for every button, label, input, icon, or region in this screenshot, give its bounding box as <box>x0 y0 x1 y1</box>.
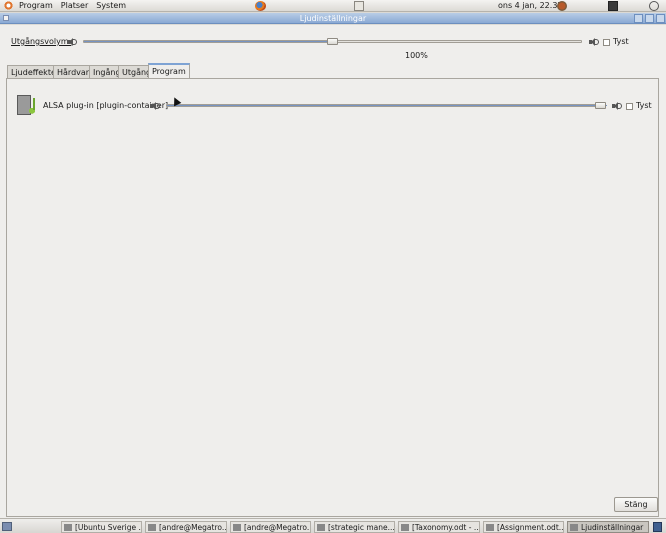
task-label: [Ubuntu Sverige ... <box>75 523 142 532</box>
task-label: [Assignment.odt... <box>497 523 564 532</box>
trash-icon[interactable] <box>653 522 662 532</box>
task-terminal-1[interactable]: [andre@Megatro... <box>145 521 227 533</box>
document-icon <box>486 524 494 531</box>
document-icon <box>317 524 325 531</box>
output-mute-checkbox[interactable] <box>603 39 610 46</box>
task-label: Ljudinställningar <box>581 523 644 532</box>
task-taxonomy[interactable]: [Taxonomy.odt - ... <box>398 521 480 533</box>
task-strategic[interactable]: [strategic mane... <box>314 521 395 533</box>
app-volume-slider[interactable] <box>166 104 607 107</box>
terminal-icon <box>148 524 156 531</box>
task-ubuntu-sverige[interactable]: [Ubuntu Sverige ... <box>61 521 142 533</box>
maximize-button[interactable] <box>645 14 654 23</box>
document-icon <box>401 524 409 531</box>
task-label: [andre@Megatro... <box>244 523 311 532</box>
output-volume-fill <box>84 41 334 42</box>
sound-preferences-window: Utgångsvolym: Tyst 100% Ljudeffekter Hår… <box>0 25 666 518</box>
task-label: [andre@Megatro... <box>159 523 227 532</box>
top-panel: Program Platser System ons 4 jan, 22.37 <box>0 0 666 12</box>
minimize-button[interactable] <box>634 14 643 23</box>
app-volume-handle[interactable] <box>595 102 606 109</box>
terminal-icon <box>233 524 241 531</box>
task-assignment[interactable]: [Assignment.odt... <box>483 521 564 533</box>
ubuntu-logo-icon[interactable] <box>4 1 13 10</box>
network-icon[interactable] <box>608 1 618 11</box>
task-ljudinstallningar[interactable]: Ljudinställningar <box>567 521 649 533</box>
firefox-launcher-icon[interactable] <box>255 1 266 11</box>
window-title: Ljudinställningar <box>299 14 367 23</box>
notes-applet-icon[interactable] <box>354 1 364 11</box>
volume-low-icon <box>66 37 77 47</box>
output-volume-label: Utgångsvolym: <box>11 37 72 46</box>
weather-icon[interactable] <box>557 1 567 11</box>
menu-program[interactable]: Program <box>15 0 57 12</box>
task-label: [Taxonomy.odt - ... <box>412 523 480 532</box>
firefox-icon <box>64 524 72 531</box>
app-volume-fill <box>167 105 607 106</box>
app-mute-checkbox[interactable] <box>626 103 633 110</box>
show-desktop-icon[interactable] <box>2 522 12 531</box>
output-mute-label: Tyst <box>613 37 629 46</box>
tab-panel-program <box>6 78 659 517</box>
task-terminal-2[interactable]: [andre@Megatro... <box>230 521 311 533</box>
music-film-icon <box>16 94 40 118</box>
app-volume-high-icon <box>611 101 622 111</box>
sound-icon <box>570 524 578 531</box>
volume-high-icon <box>588 37 599 47</box>
task-label: [strategic mane... <box>328 523 395 532</box>
power-icon[interactable] <box>649 1 659 11</box>
app-volume-low-icon <box>149 101 160 111</box>
bottom-taskbar: [Ubuntu Sverige ... [andre@Megatro... [a… <box>0 518 666 533</box>
menu-platser[interactable]: Platser <box>57 0 92 12</box>
output-volume-percent: 100% <box>405 51 428 60</box>
output-volume-handle[interactable] <box>326 38 338 45</box>
window-titlebar[interactable]: Ljudinställningar <box>0 13 666 24</box>
app-mute-label: Tyst <box>636 101 652 110</box>
close-window-button[interactable] <box>656 14 665 23</box>
menu-system[interactable]: System <box>92 0 130 12</box>
clock[interactable]: ons 4 jan, 22.37 <box>498 0 563 12</box>
close-button[interactable]: Stäng <box>614 497 658 512</box>
tab-program[interactable]: Program <box>148 63 190 78</box>
